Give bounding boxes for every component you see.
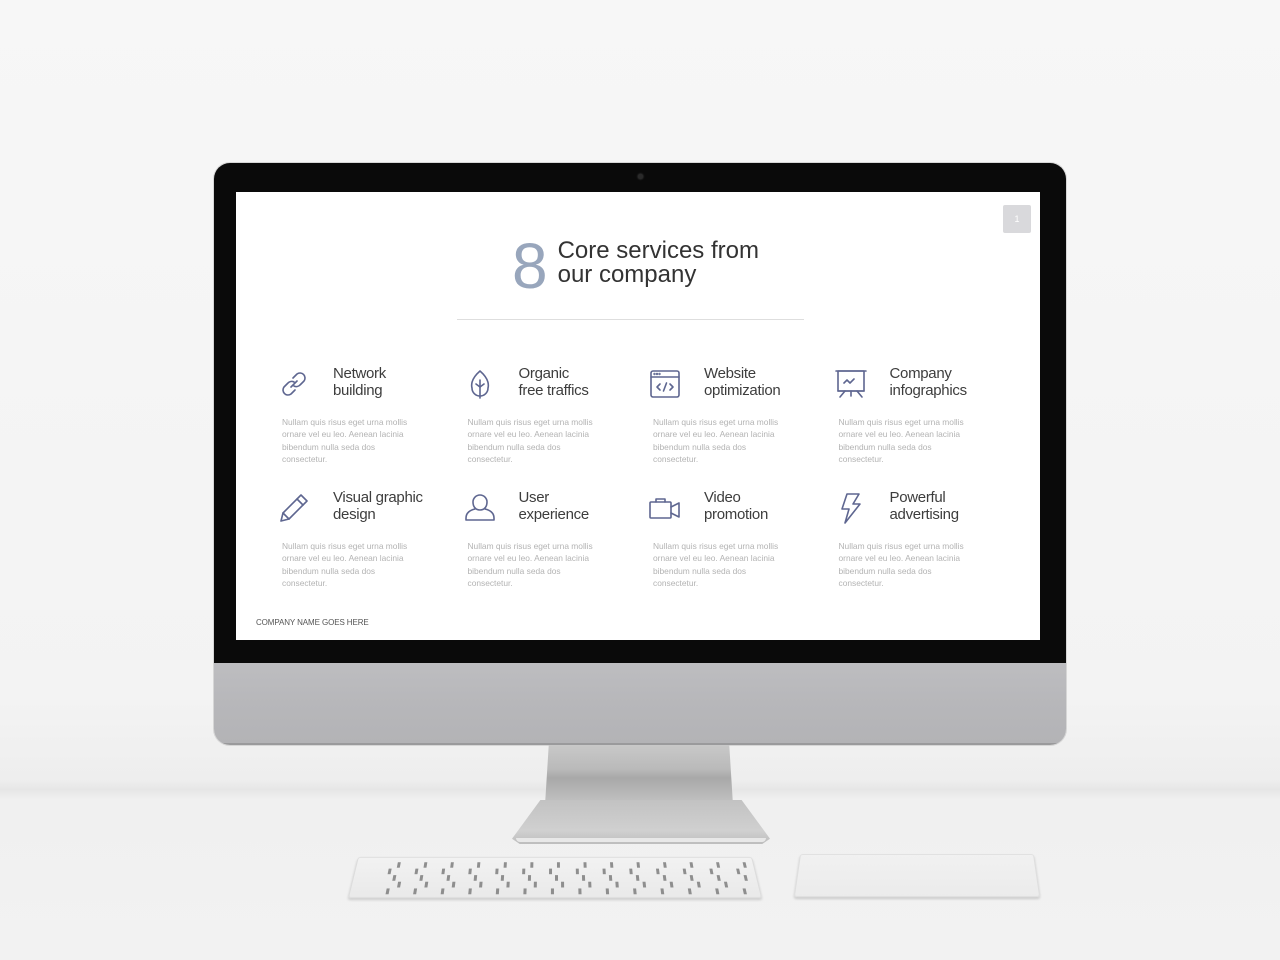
key-row	[372, 881, 752, 888]
trackpad	[793, 853, 1041, 898]
key-row	[361, 888, 754, 895]
leaf-icon	[462, 366, 498, 402]
key-row	[368, 875, 750, 881]
monitor-chin	[214, 663, 1066, 745]
service-title: Visual graphic design	[333, 489, 423, 523]
service-title: Powerful advertising	[889, 489, 960, 523]
service-description: Nullam quis risus eget urna mollis ornar…	[653, 417, 779, 464]
slide-screen: 1 8 Core services from our company Netwo…	[236, 192, 1040, 640]
service-title: Organic free traffics	[518, 365, 589, 399]
service-title-line-2: building	[333, 381, 383, 399]
service-title-line-1: Website	[704, 365, 756, 382]
pencil-icon	[276, 490, 312, 526]
service-title: Website optimization	[704, 365, 781, 399]
title-text: Core services from our company	[558, 239, 759, 287]
presentation-chart-icon	[833, 366, 869, 402]
service-title-line-2: free traffics	[518, 381, 589, 399]
service-title-line-2: advertising	[889, 505, 960, 523]
service-title: Network building	[333, 365, 386, 399]
code-window-icon	[647, 366, 683, 402]
service-card: Powerful advertising Nullam quis risus e…	[833, 488, 1019, 593]
service-card: Organic free traffics Nullam quis risus …	[462, 364, 648, 469]
slide-page-number: 1	[1014, 214, 1020, 224]
title-line-1: Core services from	[557, 237, 759, 264]
lightning-icon	[833, 490, 869, 526]
service-description: Nullam quis risus eget urna mollis ornar…	[838, 541, 964, 588]
service-title-line-2: experience	[518, 505, 590, 523]
service-title: Video promotion	[704, 489, 769, 523]
service-description: Nullam quis risus eget urna mollis ornar…	[282, 541, 408, 588]
service-title-line-2: design	[333, 505, 376, 523]
service-title-line-2: infographics	[889, 381, 968, 399]
service-card: Network building Nullam quis risus eget …	[276, 364, 462, 469]
service-title-line-1: Network	[333, 365, 386, 382]
title-line-2: our company	[557, 261, 697, 288]
key-row	[363, 868, 749, 875]
service-card: Video promotion Nullam quis risus eget u…	[647, 488, 833, 593]
monitor-stand-edge	[516, 838, 766, 842]
monitor-stand-neck	[545, 745, 733, 805]
service-title-line-1: Video	[704, 489, 741, 506]
service-title-line-1: User	[518, 489, 550, 506]
title-number: 8	[512, 230, 548, 302]
service-card: Company infographics Nullam quis risus e…	[833, 364, 1019, 469]
user-icon	[462, 490, 498, 526]
monitor-bezel: 1 8 Core services from our company Netwo…	[214, 163, 1066, 663]
title-divider	[457, 319, 804, 320]
video-camera-icon	[647, 490, 683, 526]
service-title: User experience	[518, 489, 590, 523]
service-title-line-1: Powerful	[889, 489, 946, 506]
keyboard	[347, 856, 763, 899]
slide-title: 8 Core services from our company	[512, 230, 759, 302]
service-card: User experience Nullam quis risus eget u…	[462, 488, 648, 593]
service-title-line-1: Organic	[518, 365, 570, 382]
service-title: Company infographics	[889, 365, 968, 399]
service-title-line-2: optimization	[704, 381, 781, 399]
service-title-line-2: promotion	[704, 505, 769, 523]
service-title-line-1: Visual graphic	[333, 489, 423, 506]
service-title-line-1: Company	[889, 365, 952, 382]
monitor: 1 8 Core services from our company Netwo…	[214, 163, 1066, 745]
service-description: Nullam quis risus eget urna mollis ornar…	[838, 417, 964, 464]
link-icon	[276, 366, 312, 402]
webcam	[638, 174, 643, 179]
service-description: Nullam quis risus eget urna mollis ornar…	[467, 417, 593, 464]
slide-page-indicator[interactable]: 1	[1003, 205, 1031, 233]
key-row	[373, 862, 747, 868]
service-description: Nullam quis risus eget urna mollis ornar…	[282, 417, 408, 464]
services-grid: Network building Nullam quis risus eget …	[276, 364, 1016, 593]
service-description: Nullam quis risus eget urna mollis ornar…	[467, 541, 593, 588]
service-description: Nullam quis risus eget urna mollis ornar…	[653, 541, 779, 588]
company-name-footer: COMPANY NAME GOES HERE	[256, 618, 369, 627]
service-card: Website optimization Nullam quis risus e…	[647, 364, 833, 469]
service-card: Visual graphic design Nullam quis risus …	[276, 488, 462, 593]
